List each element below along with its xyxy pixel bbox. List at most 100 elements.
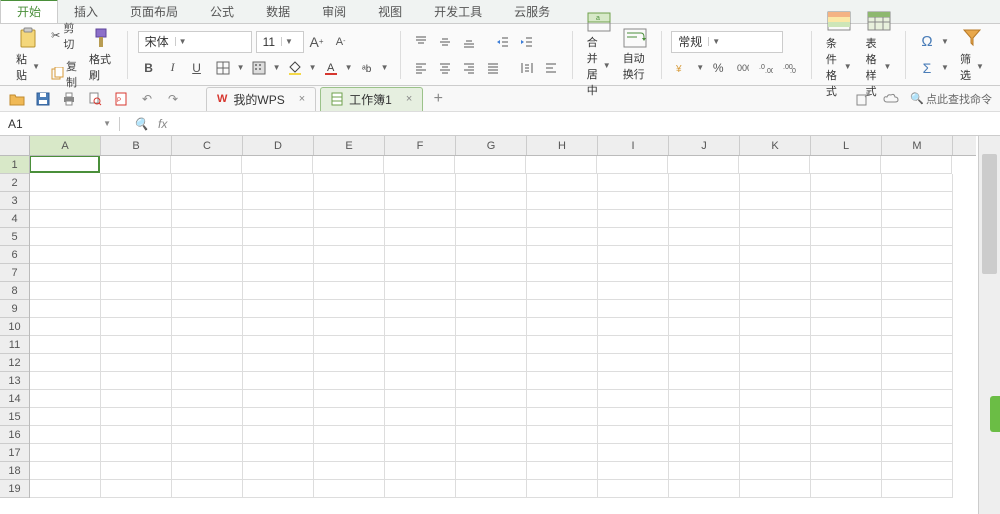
cell[interactable] — [740, 282, 811, 300]
cell[interactable] — [30, 408, 101, 426]
cell[interactable] — [669, 372, 740, 390]
undo-icon[interactable]: ↶ — [136, 88, 158, 110]
cell[interactable] — [172, 462, 243, 480]
cell[interactable] — [243, 174, 314, 192]
cell[interactable] — [314, 264, 385, 282]
cell[interactable] — [669, 192, 740, 210]
cell[interactable] — [314, 192, 385, 210]
cell[interactable] — [456, 264, 527, 282]
cell[interactable] — [881, 156, 952, 174]
cell[interactable] — [314, 426, 385, 444]
cell[interactable] — [172, 228, 243, 246]
cell[interactable] — [385, 174, 456, 192]
cell[interactable] — [243, 210, 314, 228]
autosum-button[interactable]: Σ — [916, 57, 938, 79]
cell[interactable] — [314, 372, 385, 390]
orientation-icon[interactable] — [540, 57, 562, 79]
cell[interactable] — [669, 426, 740, 444]
cell[interactable] — [314, 174, 385, 192]
cell[interactable] — [101, 192, 172, 210]
comma-button[interactable]: 000 — [731, 57, 753, 79]
cell[interactable] — [598, 336, 669, 354]
font-size-combo[interactable]: 11▼ — [256, 31, 304, 53]
cell[interactable] — [527, 228, 598, 246]
cell[interactable] — [243, 264, 314, 282]
cell[interactable] — [527, 390, 598, 408]
pdf-icon[interactable]: P — [110, 88, 132, 110]
cell[interactable] — [740, 444, 811, 462]
row-header[interactable]: 11 — [0, 336, 29, 354]
cell[interactable] — [882, 228, 953, 246]
cell[interactable] — [314, 228, 385, 246]
cell[interactable] — [243, 462, 314, 480]
cell[interactable] — [384, 156, 455, 174]
save-icon[interactable] — [32, 88, 54, 110]
cell[interactable] — [456, 192, 527, 210]
cell[interactable] — [101, 408, 172, 426]
menu-tab-3[interactable]: 公式 — [194, 0, 250, 23]
row-header[interactable]: 5 — [0, 228, 29, 246]
cell[interactable] — [882, 192, 953, 210]
cell[interactable] — [243, 372, 314, 390]
cell[interactable] — [101, 444, 172, 462]
cell[interactable] — [811, 444, 882, 462]
cell[interactable] — [882, 318, 953, 336]
menu-tab-8[interactable]: 云服务 — [498, 0, 566, 23]
cell[interactable] — [30, 372, 101, 390]
symbol-dropdown[interactable]: ▼ — [940, 37, 950, 46]
cell[interactable] — [314, 300, 385, 318]
cell[interactable] — [172, 372, 243, 390]
cell[interactable] — [598, 264, 669, 282]
cell[interactable] — [740, 390, 811, 408]
cell[interactable] — [455, 156, 526, 174]
cell[interactable] — [456, 354, 527, 372]
cell[interactable] — [314, 408, 385, 426]
cell[interactable] — [811, 480, 882, 498]
cell[interactable] — [456, 246, 527, 264]
row-header[interactable]: 7 — [0, 264, 29, 282]
cell[interactable] — [172, 264, 243, 282]
cell[interactable] — [172, 444, 243, 462]
cell[interactable] — [882, 300, 953, 318]
cell[interactable] — [669, 282, 740, 300]
cell[interactable] — [385, 336, 456, 354]
merge-center-button[interactable]: a 合并居中▼ — [583, 28, 615, 81]
row-header[interactable]: 12 — [0, 354, 29, 372]
cell[interactable] — [740, 426, 811, 444]
cell[interactable] — [882, 336, 953, 354]
cell[interactable] — [811, 192, 882, 210]
cell[interactable] — [598, 426, 669, 444]
column-header[interactable]: K — [740, 136, 811, 155]
cell[interactable] — [882, 408, 953, 426]
cell[interactable] — [527, 462, 598, 480]
align-center-icon[interactable] — [434, 57, 456, 79]
cell[interactable] — [811, 282, 882, 300]
cell[interactable] — [811, 318, 882, 336]
cell[interactable] — [740, 174, 811, 192]
column-header[interactable]: C — [172, 136, 243, 155]
cell[interactable] — [314, 210, 385, 228]
cell[interactable] — [385, 480, 456, 498]
cell[interactable] — [243, 228, 314, 246]
cell[interactable] — [811, 390, 882, 408]
select-all-corner[interactable] — [0, 136, 30, 156]
distribute-h-icon[interactable] — [516, 57, 538, 79]
cell[interactable] — [243, 426, 314, 444]
cell[interactable] — [172, 210, 243, 228]
cell[interactable] — [101, 210, 172, 228]
cell[interactable] — [669, 390, 740, 408]
cell[interactable] — [385, 426, 456, 444]
copy-button[interactable]: 复制 — [48, 57, 81, 91]
column-header[interactable]: G — [456, 136, 527, 155]
share-icon[interactable] — [852, 88, 874, 110]
cell[interactable] — [30, 192, 101, 210]
doc-tab-wps[interactable]: W 我的WPS × — [206, 87, 316, 111]
cell[interactable] — [669, 228, 740, 246]
bold-button[interactable]: B — [138, 57, 160, 79]
cell[interactable] — [669, 246, 740, 264]
paste-button[interactable]: 粘贴▼ — [12, 28, 44, 81]
conditional-format-button[interactable]: 条件格式▼ — [822, 28, 856, 81]
filter-button[interactable]: 筛选▼ — [956, 28, 988, 81]
cell[interactable] — [882, 354, 953, 372]
cell[interactable] — [740, 300, 811, 318]
